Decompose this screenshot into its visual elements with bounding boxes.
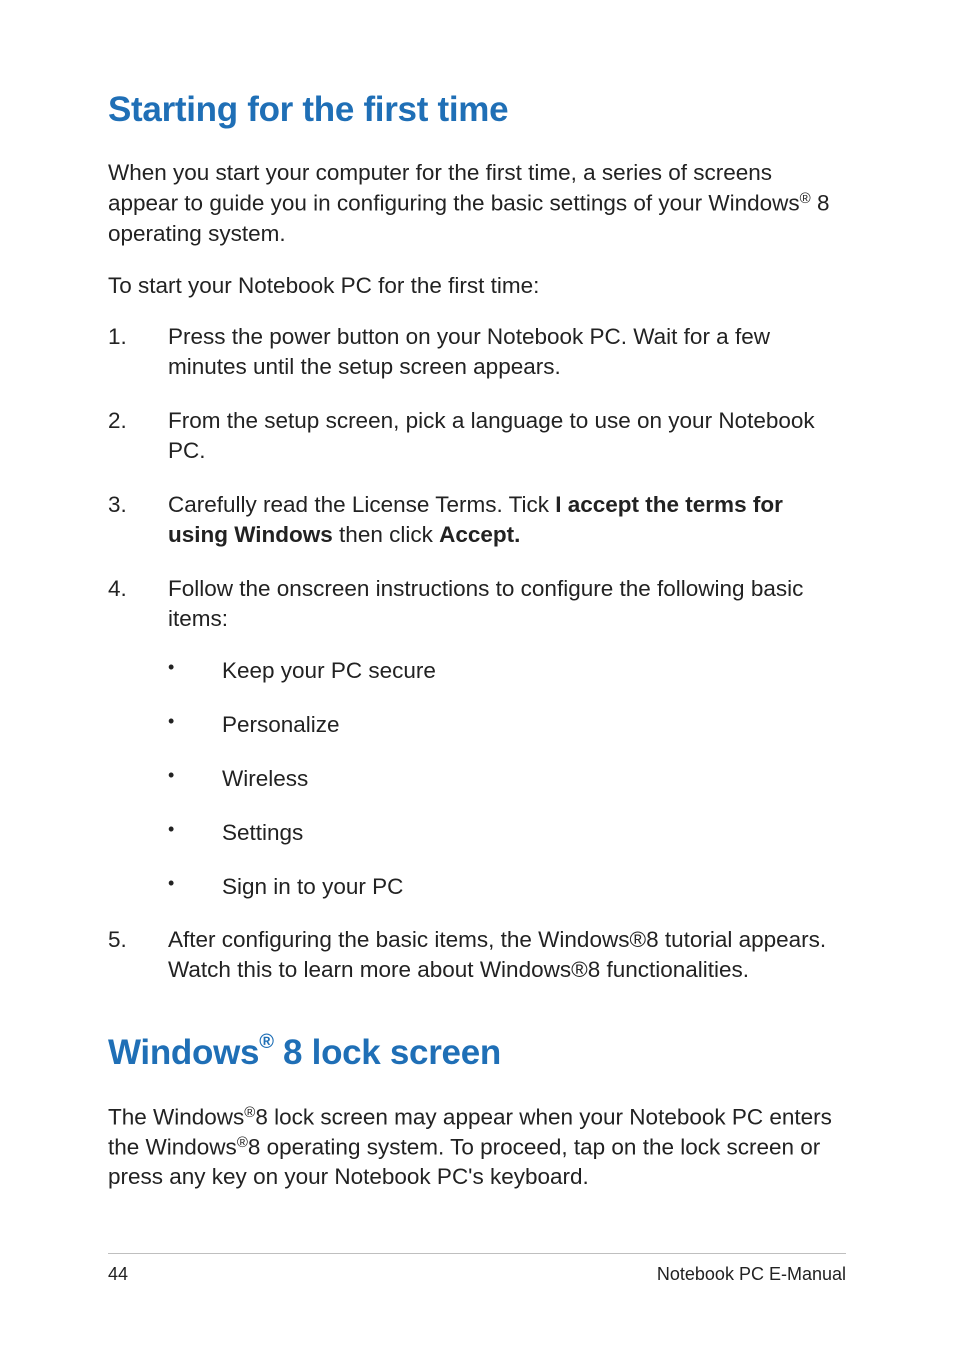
step5-part-c: 8 functionalities. bbox=[588, 957, 749, 982]
page-number: 44 bbox=[108, 1264, 128, 1285]
subitem-3: Wireless bbox=[168, 764, 846, 794]
step-1: Press the power button on your Notebook … bbox=[108, 322, 846, 382]
step3-part-c: then click bbox=[333, 522, 439, 547]
registered-symbol: ® bbox=[259, 1031, 273, 1053]
subitem-4: Settings bbox=[168, 818, 846, 848]
step4-text: Follow the onscreen instructions to conf… bbox=[168, 576, 803, 631]
subitem-1: Keep your PC secure bbox=[168, 656, 846, 686]
section-heading-1: Starting for the first time bbox=[108, 90, 846, 130]
subitem-2: Personalize bbox=[168, 710, 846, 740]
para2-part-a: The Windows bbox=[108, 1104, 244, 1129]
step3-bold-2: Accept. bbox=[439, 522, 520, 547]
step-2: From the setup screen, pick a language t… bbox=[108, 406, 846, 466]
intro-paragraph-2: To start your Notebook PC for the first … bbox=[108, 271, 846, 301]
step-5: After configuring the basic items, the W… bbox=[108, 925, 846, 985]
registered-symbol: ® bbox=[800, 190, 811, 207]
para1-part-a: When you start your computer for the fir… bbox=[108, 160, 800, 215]
registered-symbol: ® bbox=[244, 1104, 255, 1121]
section-heading-2: Windows® 8 lock screen bbox=[108, 1033, 846, 1073]
step5-part-a: After configuring the basic items, the W… bbox=[168, 927, 629, 952]
registered-symbol: ® bbox=[629, 927, 646, 952]
heading2-part-a: Windows bbox=[108, 1033, 259, 1072]
step3-part-a: Carefully read the License Terms. Tick bbox=[168, 492, 555, 517]
step-3: Carefully read the License Terms. Tick I… bbox=[108, 490, 846, 550]
document-title: Notebook PC E-Manual bbox=[657, 1264, 846, 1285]
intro-paragraph-1: When you start your computer for the fir… bbox=[108, 158, 846, 248]
steps-list: Press the power button on your Notebook … bbox=[108, 322, 846, 985]
heading2-part-b: 8 lock screen bbox=[274, 1033, 501, 1072]
registered-symbol: ® bbox=[571, 957, 588, 982]
section2-paragraph: The Windows®8 lock screen may appear whe… bbox=[108, 1102, 846, 1193]
registered-symbol: ® bbox=[237, 1134, 248, 1151]
page-footer: 44 Notebook PC E-Manual bbox=[108, 1253, 846, 1285]
subitem-5: Sign in to your PC bbox=[168, 872, 846, 902]
step-4: Follow the onscreen instructions to conf… bbox=[108, 574, 846, 901]
step4-sublist: Keep your PC secure Personalize Wireless… bbox=[168, 656, 846, 902]
